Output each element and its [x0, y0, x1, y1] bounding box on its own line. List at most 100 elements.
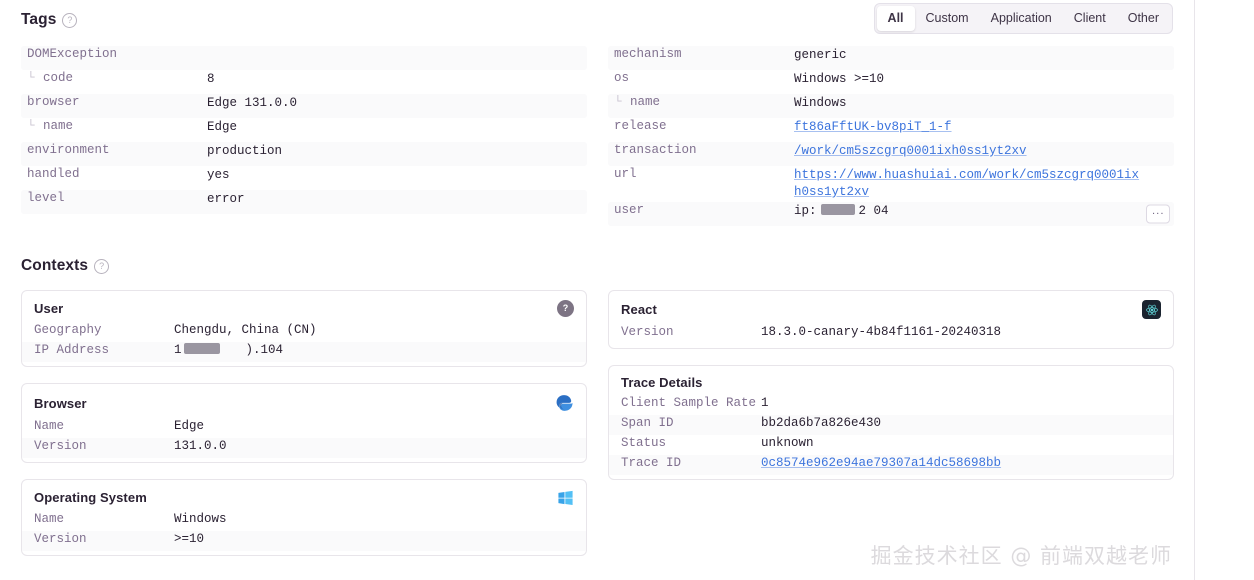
context-row: IP Address 1).104	[22, 342, 586, 362]
tag-value: Windows >=10	[794, 71, 1174, 88]
context-card-browser: Browser Name Edge	[21, 383, 587, 463]
tag-value-link[interactable]: ft86aFftUK-bv8piT_1-f	[794, 119, 1174, 136]
context-value-link[interactable]: 0c8574e962e94ae79307a14dc58698bb	[761, 456, 1001, 470]
card-body: Geography Chengdu, China (CN) IP Address…	[22, 322, 586, 366]
tab-custom[interactable]: Custom	[915, 6, 980, 31]
tag-key: transaction	[608, 143, 794, 157]
context-value: unknown	[761, 436, 814, 450]
tag-row[interactable]: DOMException	[21, 46, 587, 70]
tag-value: 8	[207, 71, 587, 88]
context-value: 131.0.0	[174, 439, 227, 453]
tag-value-suffix: 2 04	[859, 204, 889, 218]
tab-client[interactable]: Client	[1063, 6, 1117, 31]
tag-key: └name	[608, 95, 794, 109]
card-body: Name Edge Version 131.0.0	[22, 418, 586, 462]
tag-key: url	[608, 167, 794, 181]
context-row: Version 18.3.0-canary-4b84f1161-20240318	[609, 324, 1173, 344]
tags-right-column: mechanism generic os Windows >=10 └name …	[608, 46, 1174, 226]
avatar: ?	[557, 300, 574, 317]
tags-title: Tags	[21, 11, 56, 29]
tag-row[interactable]: └code 8	[21, 70, 587, 94]
contexts-columns: User ? Geography Chengdu, China (CN) IP …	[21, 290, 1173, 572]
tab-all[interactable]: All	[877, 6, 915, 31]
watermark: 掘金技术社区 @ 前端双越老师	[871, 540, 1172, 570]
tags-left-column: DOMException └code 8 browser Edge 131.0.…	[21, 46, 587, 214]
tag-key-label: code	[43, 71, 73, 85]
tree-elbow-icon: └	[27, 119, 43, 133]
tag-value: Windows	[794, 95, 1174, 112]
tag-row[interactable]: handled yes	[21, 166, 587, 190]
tag-row[interactable]: level error	[21, 190, 587, 214]
context-value: 1 ).104	[174, 343, 283, 357]
tags-columns: DOMException └code 8 browser Edge 131.0.…	[21, 46, 1173, 226]
user-avatar-placeholder-icon: ?	[557, 300, 574, 317]
tag-row[interactable]: release ft86aFftUK-bv8piT_1-f	[608, 118, 1174, 142]
context-key: Span ID	[621, 416, 761, 430]
context-row: Status unknown	[609, 435, 1173, 455]
tag-value-prefix: ip:	[794, 204, 817, 218]
tag-row[interactable]: url https://www.huashuiai.com/work/cm5sz…	[608, 166, 1174, 202]
tag-row[interactable]: mechanism generic	[608, 46, 1174, 70]
tag-row[interactable]: user ip:2 04 ···	[608, 202, 1174, 226]
react-badge	[1142, 300, 1161, 319]
contexts-right-column: React	[608, 290, 1174, 496]
card-title: User	[34, 301, 63, 316]
context-card-trace-details: Trace Details Client Sample Rate 1 Span …	[608, 365, 1174, 480]
context-row: Name Edge	[22, 418, 586, 438]
tree-elbow-icon: └	[27, 71, 43, 85]
context-value: Edge	[174, 419, 204, 433]
question-circle-icon[interactable]: ?	[94, 259, 109, 274]
context-value: 18.3.0-canary-4b84f1161-20240318	[761, 325, 1001, 339]
context-value: Chengdu, China (CN)	[174, 323, 317, 337]
tag-value-link[interactable]: /work/cm5szcgrq0001ixh0ss1yt2xv	[794, 143, 1174, 160]
tag-key: environment	[21, 143, 207, 157]
tag-value: generic	[794, 47, 1174, 64]
tag-actions-menu-button[interactable]: ···	[1146, 205, 1170, 224]
contexts-left-column: User ? Geography Chengdu, China (CN) IP …	[21, 290, 587, 572]
context-value: bb2da6b7a826e430	[761, 416, 881, 430]
redaction-block	[184, 343, 220, 354]
context-key: Geography	[34, 323, 174, 337]
tag-row[interactable]: browser Edge 131.0.0	[21, 94, 587, 118]
tab-other[interactable]: Other	[1117, 6, 1170, 31]
question-circle-icon[interactable]: ?	[62, 13, 77, 28]
context-row: Name Windows	[22, 511, 586, 531]
right-divider	[1194, 0, 1195, 580]
main-content: Tags ? All Custom Application Client Oth…	[0, 0, 1194, 580]
tag-value: Edge	[207, 119, 587, 136]
context-row: Geography Chengdu, China (CN)	[22, 322, 586, 342]
tag-row[interactable]: transaction /work/cm5szcgrq0001ixh0ss1yt…	[608, 142, 1174, 166]
tag-row[interactable]: environment production	[21, 142, 587, 166]
tag-key: level	[21, 191, 207, 205]
tree-elbow-icon: └	[614, 95, 630, 109]
tag-value: ip: 2 04	[794, 203, 1174, 220]
tag-row[interactable]: └name Windows	[608, 94, 1174, 118]
tag-key: release	[608, 119, 794, 133]
card-body: Client Sample Rate 1 Span ID bb2da6b7a82…	[609, 395, 1173, 479]
context-key: Client Sample Rate	[621, 396, 761, 410]
react-logo-icon	[1142, 300, 1161, 319]
tag-key: └code	[21, 71, 207, 85]
context-value: Windows	[174, 512, 227, 526]
tag-key: browser	[21, 95, 207, 109]
tag-key-label: name	[630, 95, 660, 109]
tab-application[interactable]: Application	[980, 6, 1063, 31]
context-key: Status	[621, 436, 761, 450]
context-card-user: User ? Geography Chengdu, China (CN) IP …	[21, 290, 587, 367]
card-title: Browser	[34, 396, 87, 411]
context-row: Version 131.0.0	[22, 438, 586, 458]
card-header: React	[609, 291, 1173, 324]
context-key: Name	[34, 419, 174, 433]
card-body: Version 18.3.0-canary-4b84f1161-20240318	[609, 324, 1173, 348]
issue-detail-page: Tags ? All Custom Application Client Oth…	[0, 0, 1254, 580]
redaction-block	[821, 204, 855, 215]
context-value-suffix: ).104	[246, 343, 284, 357]
context-card-react: React	[608, 290, 1174, 349]
tag-filter-tabs[interactable]: All Custom Application Client Other	[874, 3, 1173, 34]
context-value-prefix: 1	[174, 343, 182, 357]
context-row: Client Sample Rate 1	[609, 395, 1173, 415]
context-key: Version	[621, 325, 761, 339]
tag-value-link[interactable]: https://www.huashuiai.com/work/cm5szcgrq…	[794, 167, 1174, 201]
tag-row[interactable]: os Windows >=10	[608, 70, 1174, 94]
tag-row[interactable]: └name Edge	[21, 118, 587, 142]
